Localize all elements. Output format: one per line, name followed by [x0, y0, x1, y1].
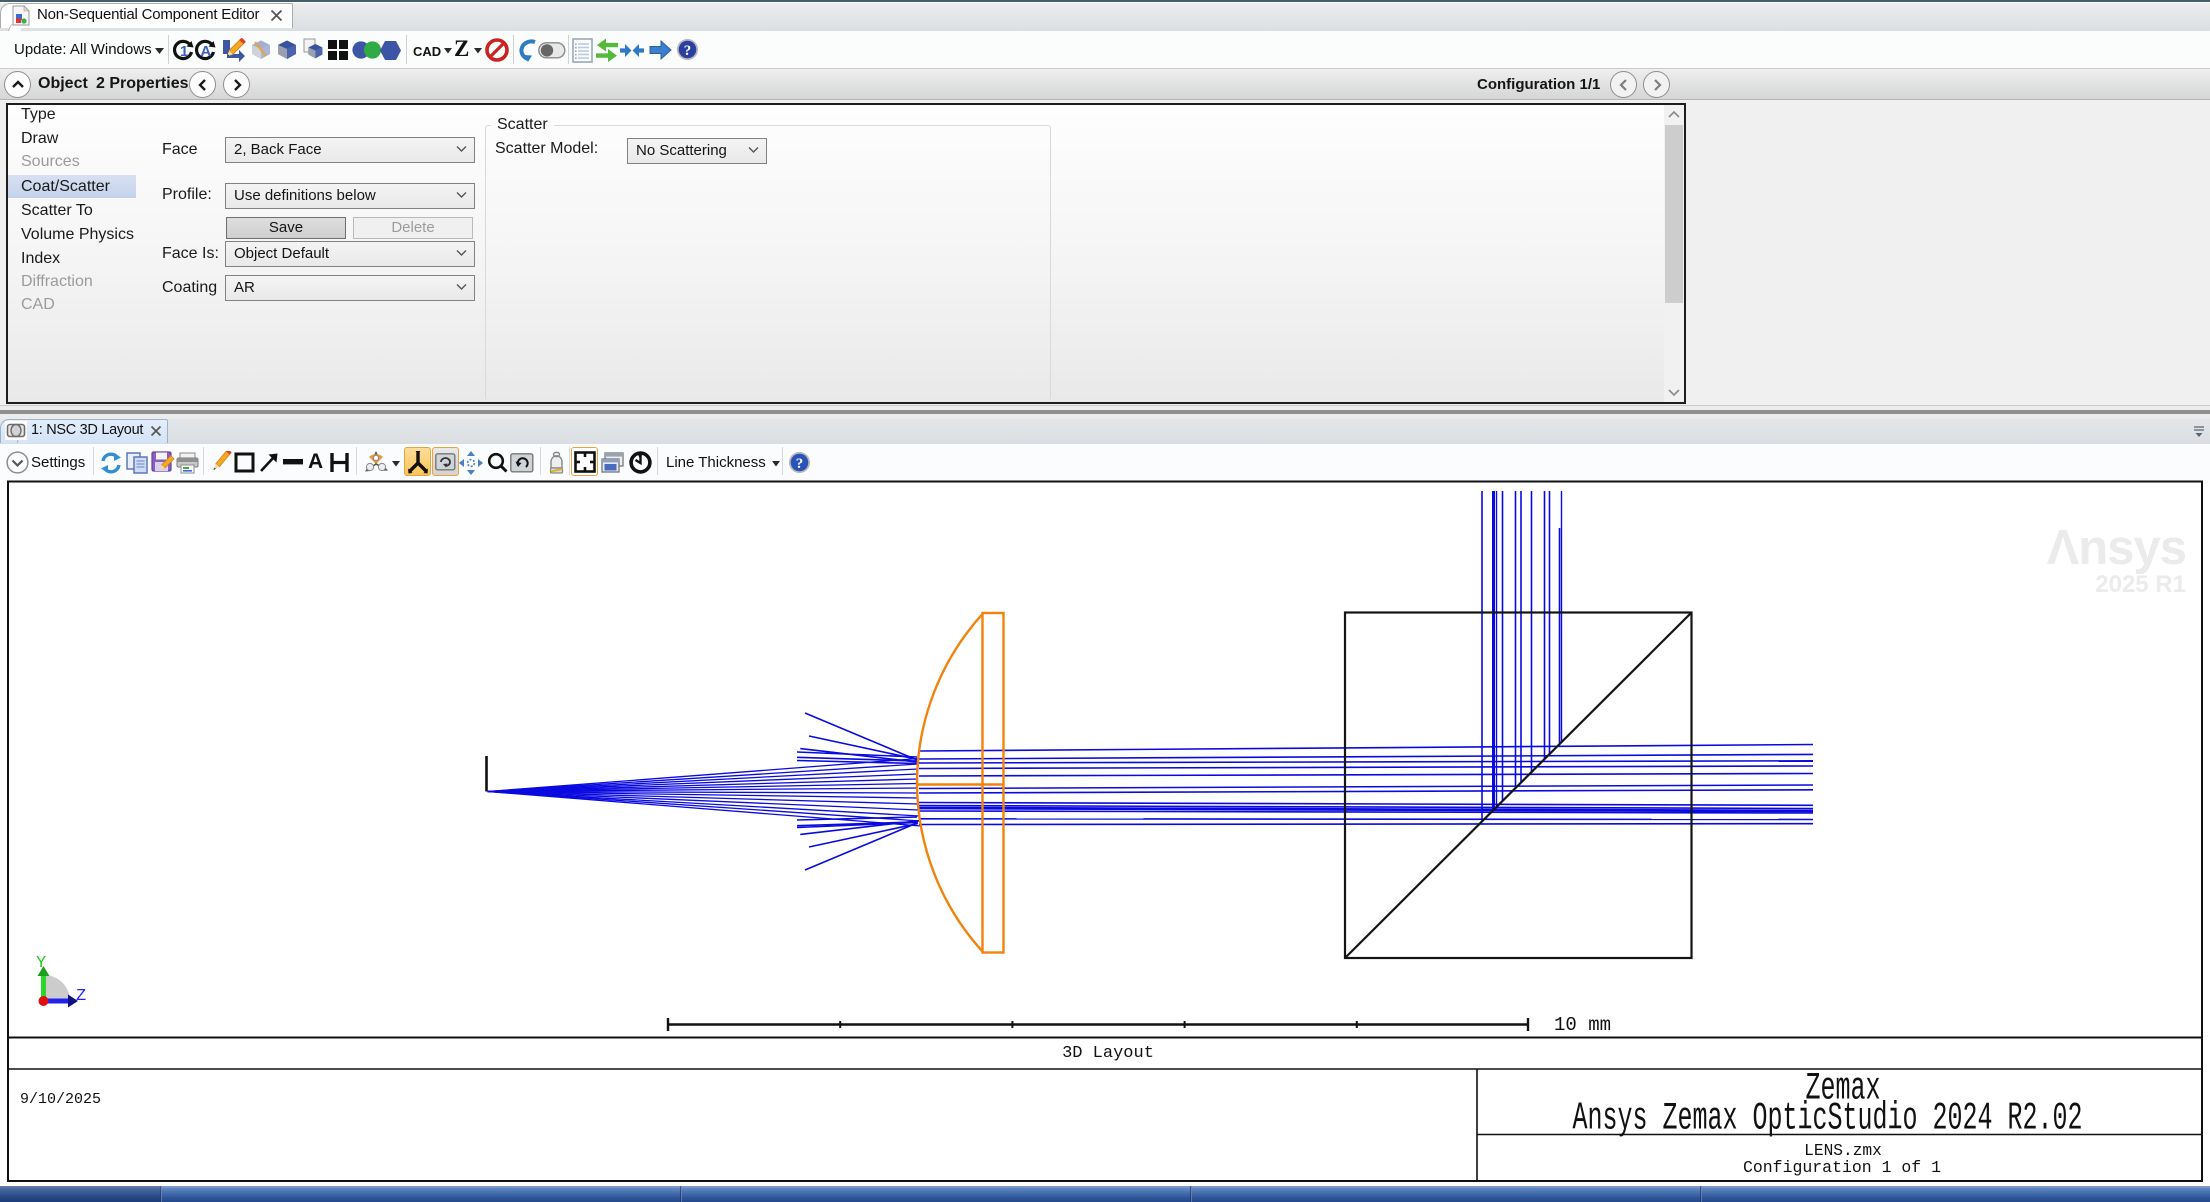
svg-text:10 mm: 10 mm: [1554, 1014, 1611, 1036]
svg-text:A: A: [200, 43, 211, 60]
svg-text:?: ?: [684, 43, 692, 59]
svg-text:Λnsys: Λnsys: [2047, 521, 2186, 575]
svg-text:Ansys Zemax OpticStudio 2024 R: Ansys Zemax OpticStudio 2024 R2.02: [1573, 1096, 2083, 1140]
svg-text:2025 R1: 2025 R1: [2095, 571, 2186, 598]
svg-text:Z: Z: [76, 987, 86, 1006]
svg-text:Configuration 1 of 1: Configuration 1 of 1: [1743, 1158, 1941, 1177]
svg-text:Y: Y: [36, 954, 46, 973]
svg-text:3D Layout: 3D Layout: [1062, 1044, 1154, 1063]
svg-text:?: ?: [796, 456, 804, 472]
svg-text:9/10/2025: 9/10/2025: [20, 1091, 101, 1108]
svg-text:1: 1: [180, 43, 188, 60]
